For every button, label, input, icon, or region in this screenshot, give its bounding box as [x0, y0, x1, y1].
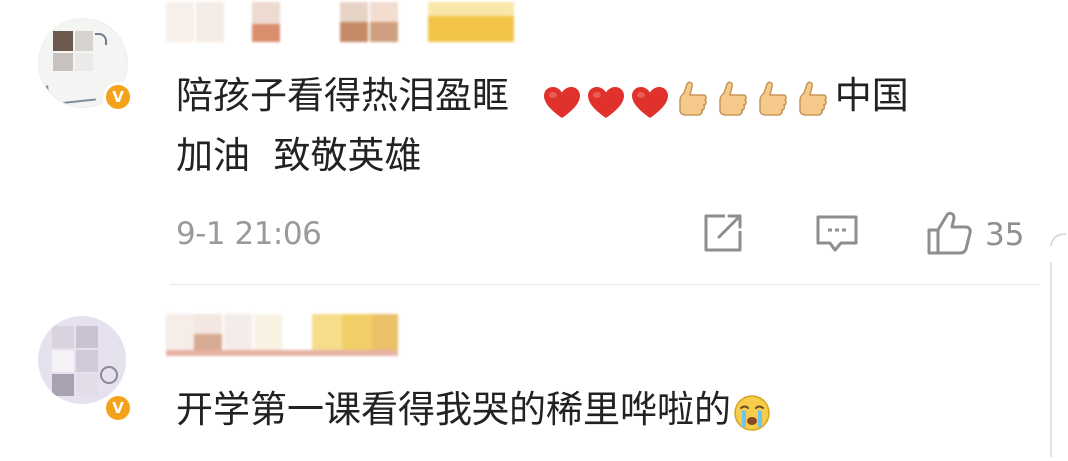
- redaction-block: [194, 314, 222, 334]
- thumbs-up-emoji: [755, 76, 789, 116]
- comment-text-part: 开学第一课看得我哭的稀里哗啦的: [176, 388, 731, 431]
- share-button[interactable]: [701, 212, 745, 258]
- share-icon: [701, 211, 745, 259]
- red-heart-emoji: [543, 78, 581, 118]
- verified-v-icon: V: [103, 82, 133, 112]
- like-count: 35: [985, 217, 1025, 253]
- redaction-block: [340, 22, 368, 42]
- redaction-block: [166, 350, 398, 356]
- avatar-pixel: [75, 53, 93, 71]
- comment-text-part: 陪孩子看得热泪盈眶: [176, 74, 509, 117]
- red-heart-emoji: [587, 78, 625, 118]
- redaction-block: [428, 2, 514, 16]
- avatar[interactable]: [38, 316, 126, 404]
- avatar-sketch-mark: [100, 366, 118, 384]
- redaction-block: [252, 24, 280, 42]
- thumbs-up-emoji: [715, 76, 749, 116]
- comment-icon: [814, 211, 860, 259]
- comment-item: V 陪孩子看得热泪盈眶 中国 加油 致敬英雄 9-1 21:06 35: [0, 0, 1068, 285]
- avatar-pixel: [76, 350, 98, 372]
- avatar-pixel: [52, 326, 74, 348]
- verified-v-icon: V: [103, 393, 133, 423]
- avatar-sketch-mark: [46, 80, 96, 106]
- thumbs-up-icon: [925, 210, 973, 260]
- avatar-pixel: [76, 374, 98, 396]
- avatar-sketch-mark: [95, 33, 107, 45]
- redaction-block: [166, 2, 194, 42]
- divider: [170, 284, 1040, 285]
- username-redacted[interactable]: [166, 2, 516, 42]
- red-heart-emoji: [631, 78, 669, 118]
- comment-text: 开学第一课看得我哭的稀里哗啦的: [176, 380, 1036, 440]
- avatar-pixel: [75, 31, 93, 51]
- avatar-pixel: [53, 31, 73, 51]
- avatar-pixel: [76, 326, 98, 348]
- thumbs-up-emoji: [795, 76, 829, 116]
- avatar-pixel: [52, 350, 74, 372]
- redaction-block: [370, 22, 398, 42]
- comment-text-part: 加油 致敬英雄: [176, 134, 422, 177]
- timestamp: 9-1 21:06: [176, 216, 322, 252]
- comment-button[interactable]: [814, 212, 860, 258]
- thumbs-up-emoji: [675, 76, 709, 116]
- avatar-pixel: [52, 374, 74, 396]
- username-redacted[interactable]: [166, 314, 406, 356]
- crying-face-emoji: [733, 390, 771, 431]
- avatar-pixel: [53, 53, 73, 71]
- redaction-block: [340, 2, 368, 22]
- comment-text: 陪孩子看得热泪盈眶 中国 加油 致敬英雄: [176, 66, 1036, 186]
- like-button[interactable]: 35: [925, 210, 1025, 260]
- redaction-block: [370, 2, 398, 22]
- comment-text-part: 中国: [834, 74, 909, 117]
- redaction-block: [196, 2, 224, 42]
